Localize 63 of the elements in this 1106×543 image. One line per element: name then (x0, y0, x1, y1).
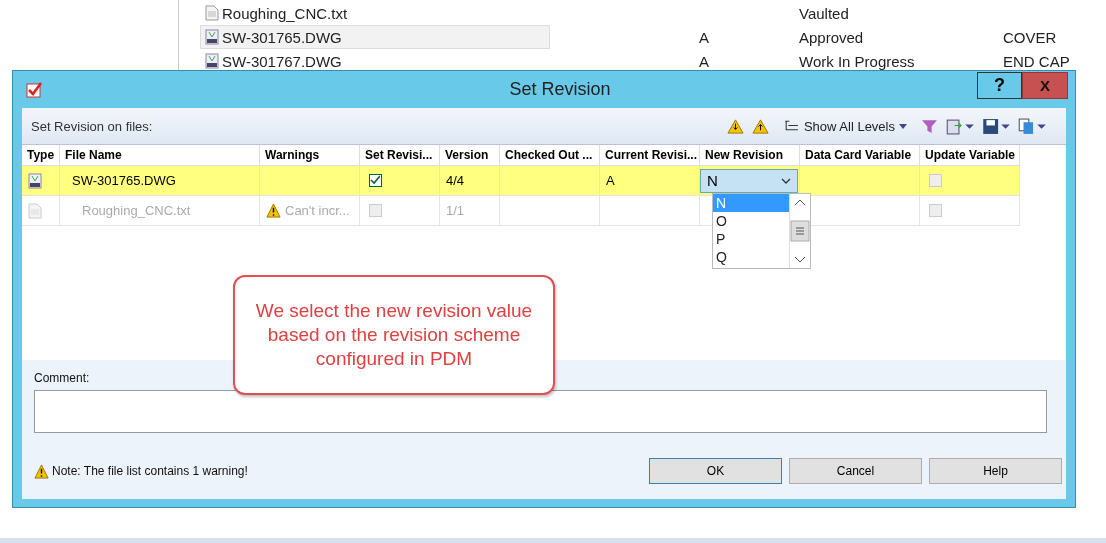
drawing-file-icon (28, 172, 42, 189)
column-header[interactable]: Type (22, 145, 60, 166)
document-icon (205, 5, 219, 21)
dropdown-option[interactable]: P (713, 230, 789, 248)
warning-up-icon[interactable] (751, 117, 769, 135)
revision-text: A (699, 52, 709, 70)
drawing-file-icon (205, 29, 219, 45)
dialog-button[interactable]: Help (929, 458, 1062, 484)
scrollbar[interactable] (789, 194, 810, 268)
export-icon[interactable] (946, 117, 974, 135)
warning-icon (34, 463, 49, 479)
checkbox-icon (25, 80, 43, 99)
drawing-file-icon (205, 53, 219, 69)
file-row[interactable]: SW-301767.DWG A Work In Progress END CAP (201, 50, 1106, 72)
column-header[interactable]: Update Variable (920, 145, 1020, 166)
caret-icon (899, 123, 907, 129)
chevron-down-icon (781, 177, 791, 184)
help-button[interactable]: ? (977, 72, 1022, 99)
state-text: Approved (799, 28, 865, 46)
column-header[interactable]: Version (440, 145, 500, 166)
copy-icon[interactable] (1018, 117, 1046, 135)
column-header[interactable]: Set Revisi... (360, 145, 440, 166)
column-header[interactable]: Data Card Variable (800, 145, 920, 166)
table-cell: 4/4 (440, 166, 500, 196)
column-header[interactable]: Current Revisi... (600, 145, 700, 166)
comment-label: Comment: (34, 371, 91, 385)
state-text: Vaulted (799, 4, 850, 22)
column-header[interactable]: Checked Out ... (500, 145, 600, 166)
show-all-levels-button[interactable]: Show All Levels (776, 117, 913, 135)
dropdown-option[interactable]: Q (713, 248, 789, 266)
column-header[interactable]: New Revision (700, 145, 800, 166)
filter-icon[interactable] (921, 117, 938, 135)
description-text: COVER (1003, 28, 1057, 46)
note-text: Note: The file list contains 1 warning! (52, 464, 248, 478)
table-cell: A (600, 166, 700, 196)
save-icon[interactable] (982, 117, 1010, 135)
toolbar-label: Set Revision on files: (31, 118, 154, 134)
column-header[interactable]: File Name (60, 145, 260, 166)
revision-text: A (699, 28, 709, 46)
warning-icon (266, 203, 281, 218)
file-row[interactable]: Roughing_CNC.txt Vaulted (201, 2, 1106, 24)
warning-text: Can't incr... (285, 203, 350, 218)
callout-text: We select the new revision value based on the revision scheme configured in PDM (254, 299, 534, 371)
file-row[interactable]: SW-301765.DWG A Approved COVER (201, 26, 1106, 48)
warning-down-icon[interactable] (726, 117, 744, 135)
table-cell[interactable]: SW-301765.DWG (60, 166, 260, 196)
column-header[interactable]: Warnings (260, 145, 360, 166)
dropdown-option[interactable]: O (713, 212, 789, 230)
document-icon (28, 202, 42, 219)
dialog-button[interactable]: Cancel (789, 458, 922, 484)
checkbox[interactable] (369, 174, 382, 187)
window-title: Set Revision (508, 79, 612, 100)
file-name: SW-301765.DWG (222, 28, 342, 46)
revision-dropdown[interactable]: N (700, 168, 798, 193)
comment-field[interactable] (34, 390, 1047, 433)
file-name: SW-301767.DWG (222, 52, 342, 70)
scroll-thumb-icon[interactable] (790, 220, 810, 242)
table-cell: 1/1 (440, 196, 500, 226)
file-name: Roughing_CNC.txt (222, 4, 348, 22)
dialog-button[interactable]: OK (649, 458, 782, 484)
description-text: END CAP (1003, 52, 1070, 70)
state-text: Work In Progress (799, 52, 916, 70)
close-button[interactable]: X (1022, 72, 1068, 99)
